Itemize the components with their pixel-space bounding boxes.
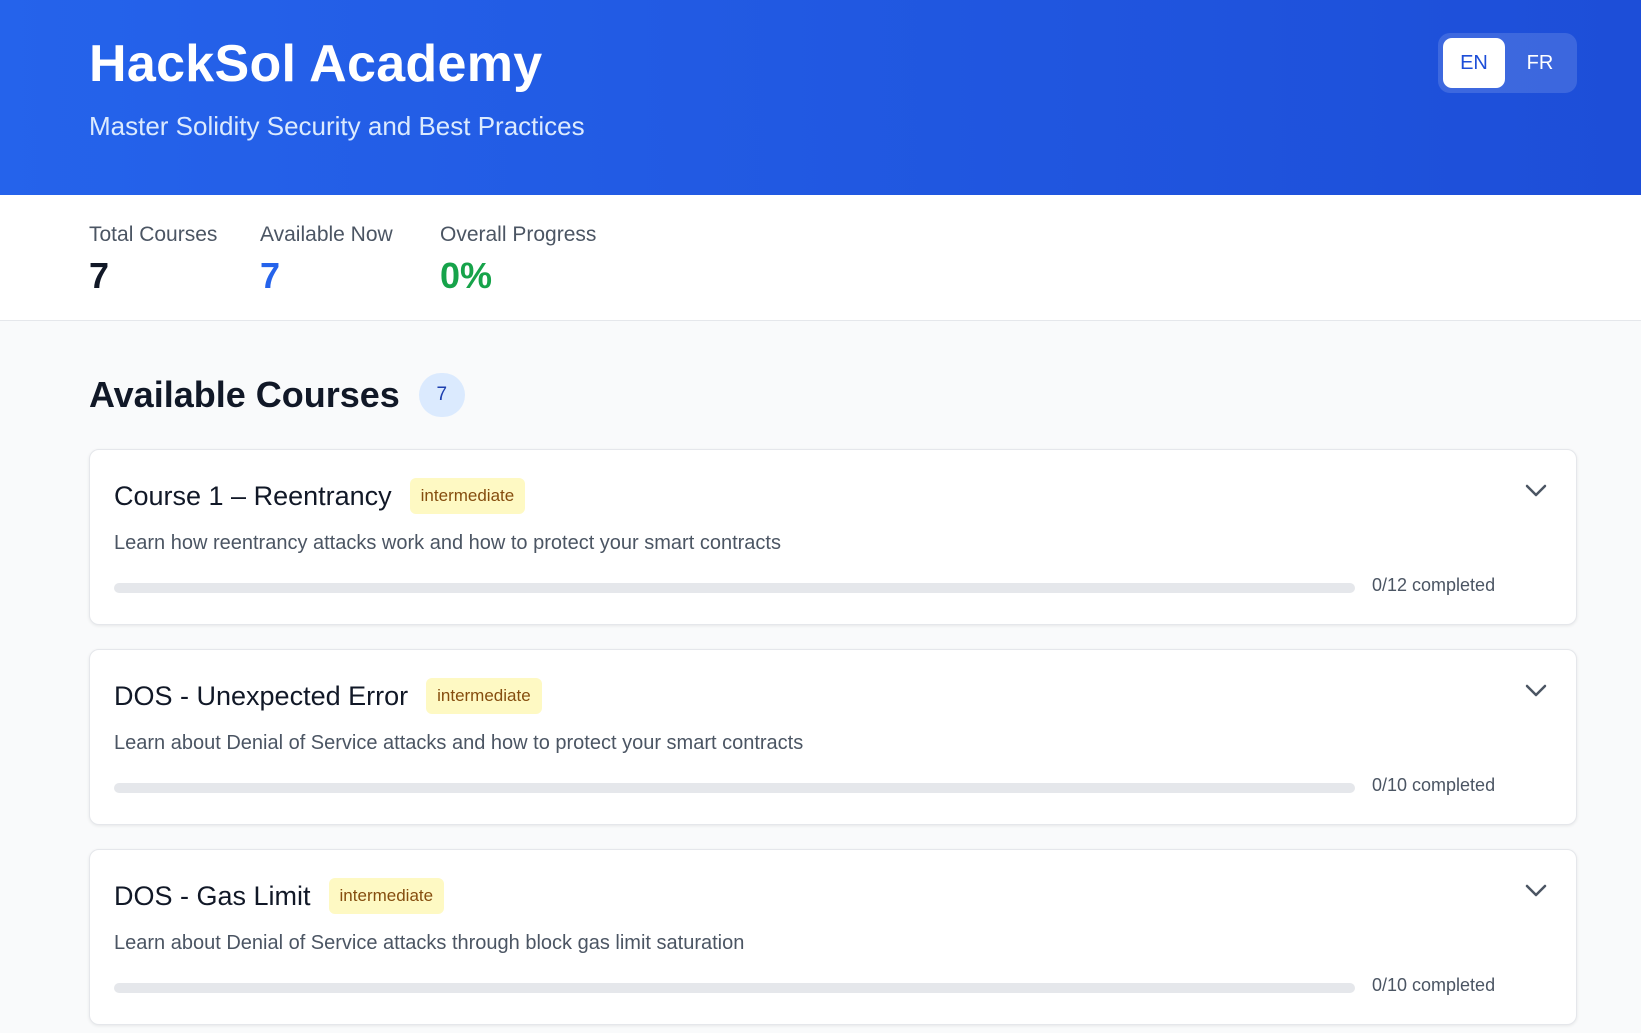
course-title: Course 1 – Reentrancy xyxy=(114,480,392,511)
level-badge: intermediate xyxy=(426,678,542,714)
course-card[interactable]: Course 1 – Reentrancy intermediate Learn… xyxy=(89,449,1577,625)
course-title: DOS - Unexpected Error xyxy=(114,680,409,711)
app-title: HackSol Academy xyxy=(89,35,543,93)
stat-total-label: Total Courses xyxy=(89,223,218,246)
course-progress-text: 0/10 completed xyxy=(1372,775,1496,795)
course-progress-bar xyxy=(114,583,1355,593)
course-title-row: DOS - Gas Limit intermediate xyxy=(114,878,445,914)
chevron-down-icon[interactable] xyxy=(1522,478,1550,502)
chevron-down-icon[interactable] xyxy=(1522,878,1550,902)
section-title: Available Courses xyxy=(89,374,400,415)
level-badge: intermediate xyxy=(328,878,445,914)
course-title-row: Course 1 – Reentrancy intermediate xyxy=(114,478,526,514)
level-badge: intermediate xyxy=(409,478,526,514)
course-progress-text: 0/10 completed xyxy=(1372,975,1496,995)
stat-progress-label: Overall Progress xyxy=(440,223,597,246)
app-subtitle: Master Solidity Security and Best Practi… xyxy=(89,111,585,141)
stat-available-label: Available Now xyxy=(260,223,393,246)
course-title: DOS - Gas Limit xyxy=(114,880,311,911)
section-header: Available Courses 7 xyxy=(89,373,465,417)
course-count-badge: 7 xyxy=(418,373,465,417)
chevron-down-icon[interactable] xyxy=(1522,678,1550,702)
stat-total-courses: Total Courses 7 xyxy=(89,223,217,297)
course-card[interactable]: DOS - Unexpected Error intermediate Lear… xyxy=(89,649,1577,825)
language-switcher: EN FR xyxy=(1438,33,1577,93)
stat-available-value: 7 xyxy=(260,255,281,296)
course-description: Learn how reentrancy attacks work and ho… xyxy=(114,532,781,554)
stat-total-value: 7 xyxy=(89,255,110,296)
course-progress-bar xyxy=(114,983,1355,993)
stat-available-now: Available Now 7 xyxy=(260,223,393,297)
stat-overall-progress: Overall Progress 0% xyxy=(440,223,596,297)
language-en-button[interactable]: EN xyxy=(1443,38,1505,88)
course-progress-bar xyxy=(114,783,1355,793)
course-card[interactable]: DOS - Gas Limit intermediate Learn about… xyxy=(89,849,1577,1025)
course-title-row: DOS - Unexpected Error intermediate xyxy=(114,678,542,714)
stats-bar: Total Courses 7 Available Now 7 Overall … xyxy=(0,195,1641,321)
course-list: Course 1 – Reentrancy intermediate Learn… xyxy=(89,449,1577,1033)
course-description: Learn about Denial of Service attacks an… xyxy=(114,732,804,754)
course-progress-text: 0/12 completed xyxy=(1372,575,1496,595)
app-header: HackSol Academy Master Solidity Security… xyxy=(0,0,1641,195)
stat-progress-value: 0% xyxy=(440,255,493,296)
course-description: Learn about Denial of Service attacks th… xyxy=(114,932,745,954)
language-fr-button[interactable]: FR xyxy=(1509,38,1571,88)
